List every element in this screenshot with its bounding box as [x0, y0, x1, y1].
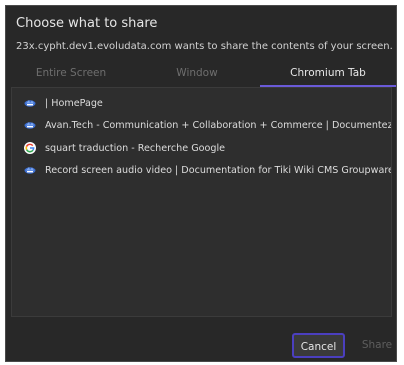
tab-chromium-tab[interactable]: Chromium Tab — [260, 62, 396, 87]
share-button[interactable]: Share — [356, 333, 398, 358]
list-item[interactable]: | HomePage — [12, 92, 391, 114]
dialog-subtitle: 23x.cypht.dev1.evoludata.com wants to sh… — [16, 41, 393, 52]
tab-window[interactable]: Window — [134, 62, 260, 87]
list-item-label: | HomePage — [45, 97, 103, 109]
list-item-label: squart traduction - Recherche Google — [45, 142, 226, 154]
google-favicon-icon — [24, 142, 36, 154]
list-item-label: Avan.Tech - Communication + Collaboratio… — [45, 119, 392, 131]
tiki-wiki-favicon-icon — [24, 100, 36, 107]
source-tabs: Entire Screen Window Chromium Tab — [8, 62, 396, 87]
list-item[interactable]: Record screen audio video | Documentatio… — [12, 159, 391, 181]
tab-entire-screen[interactable]: Entire Screen — [8, 62, 134, 87]
list-item[interactable]: squart traduction - Recherche Google — [12, 137, 391, 159]
chromium-tab-list: | HomePage Avan.Tech - Communication + C… — [11, 87, 392, 317]
list-item[interactable]: Avan.Tech - Communication + Collaboratio… — [12, 114, 391, 136]
cancel-button[interactable]: Cancel — [292, 333, 345, 358]
share-screen-dialog: Choose what to share 23x.cypht.dev1.evol… — [5, 5, 397, 362]
dialog-title: Choose what to share — [16, 16, 158, 31]
tiki-wiki-favicon-icon — [24, 167, 36, 174]
tiki-wiki-favicon-icon — [24, 122, 36, 129]
list-item-label: Record screen audio video | Documentatio… — [45, 164, 392, 176]
